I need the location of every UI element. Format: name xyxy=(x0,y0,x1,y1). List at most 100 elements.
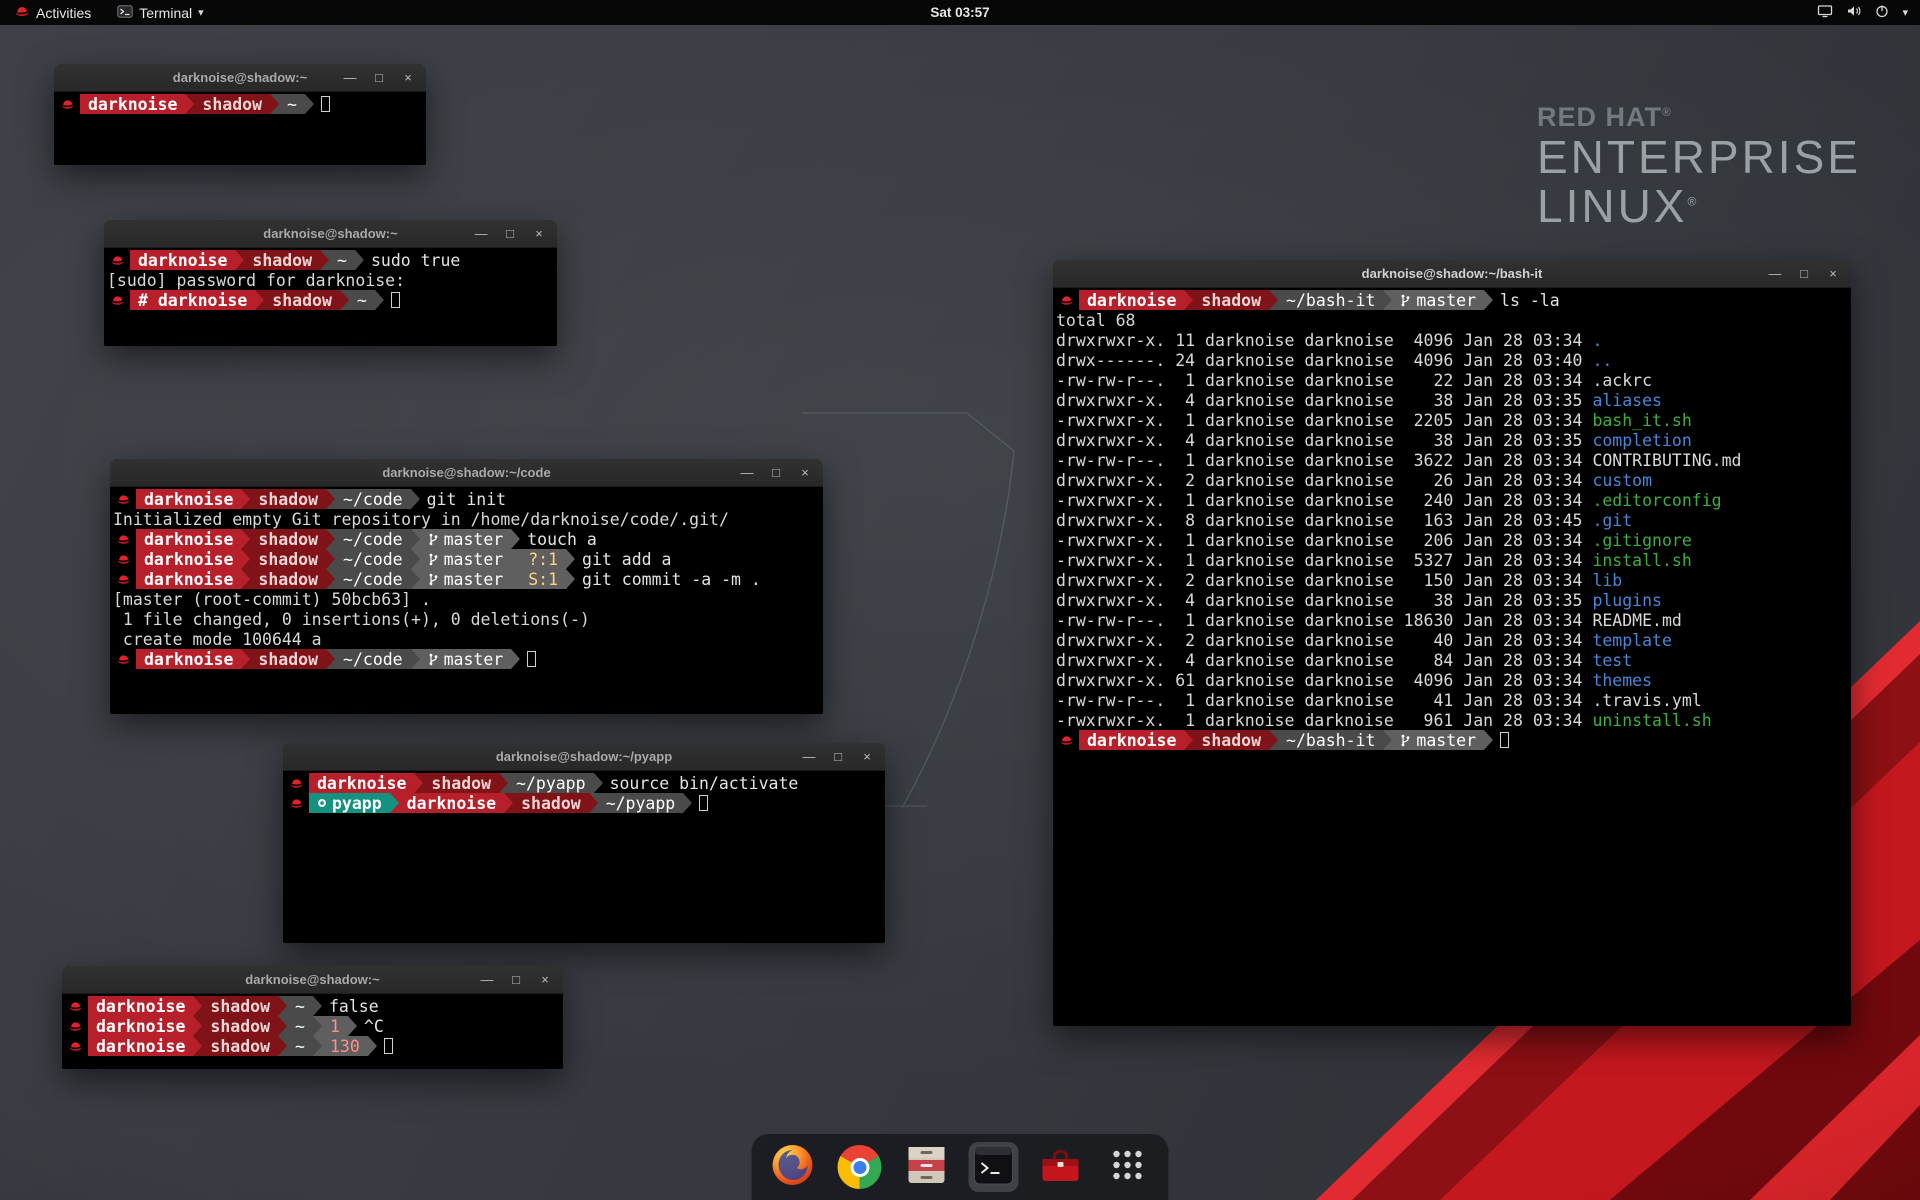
powerline-separator-icon xyxy=(683,793,692,813)
app-menu-terminal[interactable]: Terminal ▾ xyxy=(111,0,209,25)
window-titlebar[interactable]: darknoise@shadow:~/bash-it—□× xyxy=(1053,260,1851,288)
dock-toolbox[interactable] xyxy=(1036,1142,1086,1192)
terminal-output-line: 1 file changed, 0 insertions(+), 0 delet… xyxy=(113,609,820,629)
window-close-button[interactable]: × xyxy=(860,743,874,770)
powerline-separator-icon xyxy=(326,649,335,669)
redhat-prompt-icon xyxy=(116,493,131,506)
powerline-separator-icon xyxy=(566,569,575,589)
powerline-separator-icon xyxy=(368,1036,377,1056)
window-close-button[interactable]: × xyxy=(1826,260,1840,287)
ls-columns: -rwxrwxr-x. 1 darknoise darknoise 961 Ja… xyxy=(1056,711,1592,730)
ls-columns: drwxrwxr-x. 4 darknoise darknoise 84 Jan… xyxy=(1056,651,1592,670)
dock-files[interactable] xyxy=(902,1142,952,1192)
window-titlebar[interactable]: darknoise@shadow:~/pyapp— □ × xyxy=(283,743,885,771)
terminal-content[interactable]: darknoiseshadow~/pyappsource bin/activat… xyxy=(283,771,885,815)
terminal-output-line: -rwxrwxr-x. 1 darknoise darknoise 2205 J… xyxy=(1056,410,1848,430)
terminal-window-win2: darknoise@shadow:~—□×darknoiseshadow~sud… xyxy=(104,220,557,346)
dock-firefox[interactable] xyxy=(768,1142,818,1192)
window-title: darknoise@shadow:~/pyapp xyxy=(283,749,885,764)
window-minimize-button[interactable]: — xyxy=(1768,260,1782,287)
prompt-segment-path: ~/code xyxy=(335,549,411,569)
prompt-segment-branch: master xyxy=(420,549,512,569)
terminal-content[interactable]: darknoiseshadow~/bash-itmasterls -latota… xyxy=(1053,288,1851,752)
dock-app-grid[interactable] xyxy=(1103,1142,1153,1192)
terminal-window-win1: darknoise@shadow:~—□×darknoiseshadow~ xyxy=(54,64,426,165)
prompt-segment-path: ~ xyxy=(279,94,305,114)
terminal-content[interactable]: darknoiseshadow~falsedarknoiseshadow~1^C… xyxy=(62,994,563,1058)
powerline-separator-icon xyxy=(411,549,420,569)
window-maximize-button[interactable]: □ xyxy=(372,64,386,91)
window-minimize-button[interactable]: — xyxy=(740,459,754,486)
ls-columns: drwxrwxr-x. 2 darknoise darknoise 26 Jan… xyxy=(1056,471,1592,490)
dock-terminal[interactable] xyxy=(969,1142,1019,1192)
prompt-segment-path: ~/pyapp xyxy=(508,773,594,793)
ls-filename: install.sh xyxy=(1592,551,1691,570)
ls-filename: .travis.yml xyxy=(1592,691,1701,710)
window-maximize-button[interactable]: □ xyxy=(1797,260,1811,287)
terminal-output-line: drwxrwxr-x. 4 darknoise darknoise 38 Jan… xyxy=(1056,430,1848,450)
window-minimize-button[interactable]: — xyxy=(480,966,494,993)
ls-filename: . xyxy=(1592,331,1602,350)
window-titlebar[interactable]: darknoise@shadow:~/code—□× xyxy=(110,459,823,487)
toolbox-icon xyxy=(1039,1145,1083,1190)
brand-enterprise: ENTERPRISE xyxy=(1537,133,1861,182)
ls-filename: README.md xyxy=(1592,611,1681,630)
rhel-branding: RED HAT® ENTERPRISE LINUX® xyxy=(1537,102,1861,231)
terminal-output-line: drwxrwxr-x. 4 darknoise darknoise 38 Jan… xyxy=(1056,590,1848,610)
window-close-button[interactable]: × xyxy=(538,966,552,993)
window-maximize-button[interactable]: □ xyxy=(831,743,845,770)
prompt-segment-host: shadow xyxy=(423,773,499,793)
terminal-output-line: -rwxrwxr-x. 1 darknoise darknoise 240 Ja… xyxy=(1056,490,1848,510)
command-text: git commit -a -m . xyxy=(582,570,761,589)
window-maximize-button[interactable]: □ xyxy=(509,966,523,993)
ls-columns: -rwxrwxr-x. 1 darknoise darknoise 5327 J… xyxy=(1056,551,1592,570)
window-minimize-button[interactable]: — xyxy=(802,743,816,770)
prompt-segment-host: shadow xyxy=(194,94,270,114)
window-close-button[interactable]: × xyxy=(532,220,546,247)
prompt-segment-host: shadow xyxy=(250,649,326,669)
prompt-segment-branch: master xyxy=(1392,730,1484,750)
window-minimize-button[interactable]: — xyxy=(343,64,357,91)
powerline-separator-icon xyxy=(411,569,420,589)
branch-icon xyxy=(1400,734,1411,747)
window-maximize-button[interactable]: □ xyxy=(503,220,517,247)
window-controls: — □ × xyxy=(343,64,426,91)
top-bar-left: Activities Terminal ▾ xyxy=(0,0,210,25)
terminal-content[interactable]: darknoiseshadow~ xyxy=(54,92,426,116)
window-minimize-button[interactable]: — xyxy=(474,220,488,247)
window-close-button[interactable]: × xyxy=(401,64,415,91)
prompt-segment-host: shadow xyxy=(1193,290,1269,310)
window-titlebar[interactable]: darknoise@shadow:~—□× xyxy=(62,966,563,994)
redhat-prompt-icon xyxy=(1059,294,1074,307)
prompt-segment-host: shadow xyxy=(513,793,589,813)
powerline-separator-icon xyxy=(270,94,279,114)
terminal-output-line: drwxrwxr-x. 4 darknoise darknoise 38 Jan… xyxy=(1056,390,1848,410)
terminal-output-line: drwxrwxr-x. 61 darknoise darknoise 4096 … xyxy=(1056,670,1848,690)
terminal-output-line: -rw-rw-r--. 1 darknoise darknoise 41 Jan… xyxy=(1056,690,1848,710)
window-titlebar[interactable]: darknoise@shadow:~—□× xyxy=(104,220,557,248)
activities-button[interactable]: Activities xyxy=(8,0,97,25)
prompt-segment-path: ~ xyxy=(287,996,313,1016)
terminal-cursor xyxy=(527,651,536,667)
powerline-separator-icon xyxy=(320,250,329,270)
app-grid-icon xyxy=(1108,1145,1148,1190)
top-bar: Activities Terminal ▾ Sat 03:57 ▾ xyxy=(0,0,1920,25)
registered-mark: ® xyxy=(1662,105,1672,119)
system-tray[interactable]: ▾ xyxy=(1817,0,1920,25)
clock[interactable]: Sat 03:57 xyxy=(930,5,989,20)
powerline-separator-icon xyxy=(241,489,250,509)
terminal-content[interactable]: darknoiseshadow~/codegit initInitialized… xyxy=(110,487,823,671)
window-titlebar[interactable]: darknoise@shadow:~—□× xyxy=(54,64,426,92)
terminal-output-line: total 68 xyxy=(1056,310,1848,330)
ls-columns: drwxrwxr-x. 11 darknoise darknoise 4096 … xyxy=(1056,331,1592,350)
powerline-separator-icon xyxy=(1184,290,1193,310)
window-maximize-button[interactable]: □ xyxy=(769,459,783,486)
redhat-prompt-icon xyxy=(68,1020,83,1033)
ls-columns: -rw-rw-r--. 1 darknoise darknoise 3622 J… xyxy=(1056,451,1592,470)
dock-chrome[interactable] xyxy=(835,1142,885,1192)
terminal-content[interactable]: darknoiseshadow~sudo true[sudo] password… xyxy=(104,248,557,312)
ls-filename: template xyxy=(1592,631,1671,650)
window-close-button[interactable]: × xyxy=(798,459,812,486)
powerline-separator-icon xyxy=(511,569,520,589)
dock xyxy=(752,1134,1169,1200)
